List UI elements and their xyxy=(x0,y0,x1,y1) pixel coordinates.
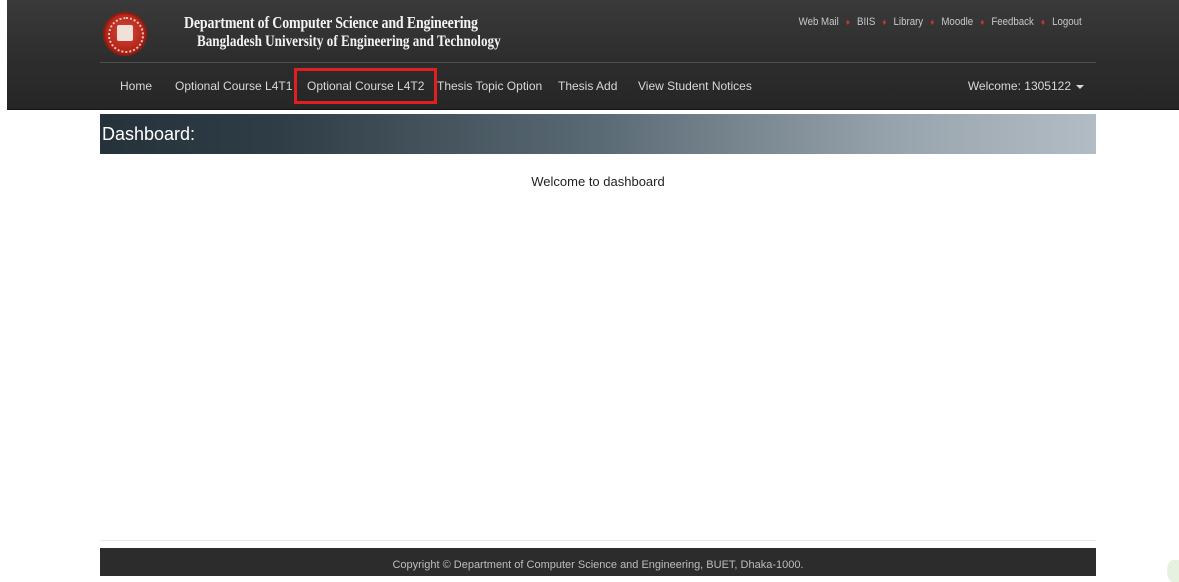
corner-decoration xyxy=(1167,560,1179,582)
separator-icon: ♦ xyxy=(930,17,935,27)
moodle-link[interactable]: Moodle xyxy=(942,16,974,28)
footer-divider xyxy=(100,540,1096,541)
separator-icon: ♦ xyxy=(1041,17,1046,27)
university-title: Bangladesh University of Engineering and… xyxy=(197,33,501,50)
welcome-message: Welcome to dashboard xyxy=(531,174,665,189)
nav-home[interactable]: Home xyxy=(120,63,152,109)
nav-thesis-add[interactable]: Thesis Add xyxy=(558,63,617,109)
dashboard-header: Dashboard: xyxy=(100,114,1096,154)
separator-icon: ♦ xyxy=(882,17,887,27)
nav-thesis-topic-option[interactable]: Thesis Topic Option xyxy=(437,63,542,109)
main-nav: Home Optional Course L4T1 Optional Cours… xyxy=(100,63,1096,109)
site-footer: Copyright © Department of Computer Scien… xyxy=(100,548,1096,576)
caret-down-icon xyxy=(1076,84,1084,89)
page-title: Dashboard: xyxy=(102,124,196,144)
user-menu-label: Welcome: 1305122 xyxy=(967,79,1071,93)
separator-icon: ♦ xyxy=(846,17,851,27)
web-mail-link[interactable]: Web Mail xyxy=(799,16,839,28)
copyright-text: Copyright © Department of Computer Scien… xyxy=(392,559,804,571)
nav-optional-course-l4t2[interactable]: Optional Course L4T2 xyxy=(294,68,438,104)
site-header: Department of Computer Science and Engin… xyxy=(7,0,1179,110)
logout-link[interactable]: Logout xyxy=(1052,16,1082,28)
nav-view-student-notices[interactable]: View Student Notices xyxy=(638,63,752,109)
header-inner: Department of Computer Science and Engin… xyxy=(100,0,1096,109)
feedback-link[interactable]: Feedback xyxy=(992,16,1035,28)
buet-logo-icon[interactable] xyxy=(103,12,147,56)
separator-icon: ♦ xyxy=(980,17,985,27)
library-link[interactable]: Library xyxy=(894,16,924,28)
user-menu[interactable]: Welcome: 1305122 xyxy=(968,63,1084,109)
top-links: Web Mail ♦ BIIS ♦ Library ♦ Moodle ♦ Fee… xyxy=(799,16,1082,28)
biis-link[interactable]: BIIS xyxy=(857,16,875,28)
nav-optional-course-l4t1[interactable]: Optional Course L4T1 xyxy=(175,63,292,109)
department-title: Department of Computer Science and Engin… xyxy=(184,13,478,32)
